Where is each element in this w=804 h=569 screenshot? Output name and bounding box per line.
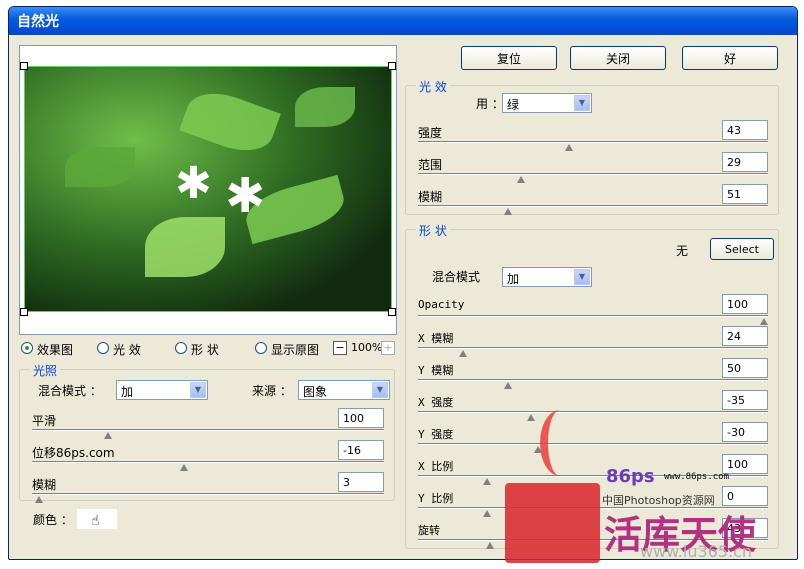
shape-slider-label: Y 比例 (418, 492, 454, 505)
lighting-legend: 光照 (30, 362, 61, 379)
hand-cursor-icon: ☝ (91, 513, 100, 529)
window-title: 自然光 (17, 14, 59, 30)
crop-handle-tl[interactable] (20, 62, 28, 70)
shape-none-label: 无 (676, 244, 689, 258)
title-bar: 自然光 (9, 7, 797, 35)
shape-slider-value[interactable]: 24 (722, 326, 768, 346)
view-radio-0[interactable] (21, 342, 33, 354)
effect-slider-track[interactable] (418, 173, 768, 175)
chevron-down-icon: ▼ (372, 382, 388, 398)
shape-slider-label: Y 强度 (418, 428, 454, 441)
shape-slider-label: X 比例 (418, 460, 454, 473)
chevron-down-icon: ▼ (190, 382, 206, 398)
reset-button[interactable]: 复位 (461, 46, 557, 70)
lighting-source-select[interactable]: 图象 ▼ (298, 380, 390, 400)
effect-slider-track[interactable] (418, 205, 768, 207)
view-radio-2[interactable] (175, 342, 187, 354)
view-radio-1[interactable] (97, 342, 109, 354)
chevron-down-icon: ▼ (574, 95, 590, 111)
shape-blend-label: 混合模式 (432, 270, 481, 284)
shape-slider-thumb[interactable] (483, 510, 491, 517)
lighting-group: 光照 混合模式 ： 加 ▼ 来源 ： 图象 ▼ 平滑 100 位移86ps.com -16… (19, 362, 395, 503)
shape-legend: 形 状 (416, 222, 450, 239)
shape-slider-value[interactable]: -35 (722, 390, 768, 410)
lighting-slider-label: 模糊 (32, 478, 57, 492)
lighting-slider-track[interactable] (32, 429, 384, 431)
effect-group: 光 效 用 ： 绿 ▼ 强度 43 范围 29 模糊 51 (405, 78, 779, 215)
preview-image[interactable]: ✱ ✱ (24, 66, 392, 312)
shape-slider-thumb[interactable] (504, 382, 512, 389)
shape-slider-thumb[interactable] (486, 542, 494, 549)
crop-handle-tr[interactable] (388, 62, 396, 70)
lighting-slider-value[interactable]: 3 (338, 472, 384, 492)
ok-button[interactable]: 好 (682, 46, 778, 70)
effect-slider-thumb[interactable] (517, 176, 525, 183)
effect-use-label: 用 ： (476, 97, 504, 111)
shape-slider-value[interactable]: 50 (722, 358, 768, 378)
lighting-slider-thumb[interactable] (35, 496, 43, 503)
effect-slider-thumb[interactable] (565, 144, 573, 151)
effect-slider-label: 模糊 (418, 190, 443, 204)
crop-handle-br[interactable] (388, 308, 396, 316)
lighting-slider-label: 位移86ps.com (32, 446, 115, 460)
color-label: 颜色 ： (33, 513, 73, 527)
chevron-down-icon: ▼ (574, 269, 590, 285)
shape-slider-track[interactable] (418, 379, 768, 381)
lighting-slider-label: 平滑 (32, 414, 57, 428)
view-option-label: 光 效 (113, 343, 141, 357)
effect-slider-value[interactable]: 29 (722, 152, 768, 172)
preview-frame: ✱ ✱ (19, 45, 397, 335)
lighting-source-label: 来源 ： (252, 384, 292, 398)
shape-blend-select[interactable]: 加 ▼ (502, 267, 592, 287)
shape-slider-thumb[interactable] (459, 350, 467, 357)
watermark-logo: 86ps www.86ps.com 中国Photoshop资源网 活库天使 ww… (500, 408, 800, 566)
effect-use-select[interactable]: 绿 ▼ (502, 93, 592, 113)
zoom-in-button[interactable]: + (381, 341, 395, 355)
zoom-out-button[interactable]: − (333, 341, 347, 355)
effect-legend: 光 效 (416, 78, 450, 95)
crop-handle-bl[interactable] (20, 308, 28, 316)
close-button[interactable]: 关闭 (570, 46, 666, 70)
effect-slider-track[interactable] (418, 141, 768, 143)
select-button[interactable]: Select (710, 238, 774, 260)
shape-slider-label: Opacity (418, 298, 465, 311)
shape-slider-label: Y 模糊 (418, 364, 454, 377)
shape-slider-thumb[interactable] (760, 318, 768, 325)
view-option-label: 效果图 (37, 343, 74, 357)
lighting-slider-thumb[interactable] (104, 432, 112, 439)
zoom-level: 100% (351, 341, 383, 354)
effect-slider-value[interactable]: 43 (722, 120, 768, 140)
shape-slider-value[interactable]: 100 (722, 294, 768, 314)
view-radio-3[interactable] (255, 342, 267, 354)
shape-slider-label: 旋转 (418, 524, 440, 537)
lighting-slider-value[interactable]: -16 (338, 440, 384, 460)
view-option-label: 形 状 (191, 343, 219, 357)
effect-slider-label: 范围 (418, 158, 443, 172)
lighting-slider-thumb[interactable] (180, 464, 188, 471)
shape-slider-label: X 强度 (418, 396, 454, 409)
view-option-label: 显示原图 (271, 343, 320, 357)
lighting-slider-value[interactable]: 100 (338, 408, 384, 428)
shape-slider-label: X 模糊 (418, 332, 454, 345)
shape-slider-track[interactable] (418, 347, 768, 349)
lighting-slider-track[interactable] (32, 461, 384, 463)
effect-slider-value[interactable]: 51 (722, 184, 768, 204)
shape-slider-track[interactable] (418, 315, 768, 317)
lighting-slider-track[interactable] (32, 493, 384, 495)
effect-slider-thumb[interactable] (504, 208, 512, 215)
color-swatch[interactable]: ☝ (77, 509, 117, 529)
shape-slider-thumb[interactable] (483, 478, 491, 485)
lighting-blend-label: 混合模式 ： (38, 384, 102, 398)
lighting-blend-select[interactable]: 加 ▼ (116, 380, 208, 400)
effect-slider-label: 强度 (418, 126, 443, 140)
